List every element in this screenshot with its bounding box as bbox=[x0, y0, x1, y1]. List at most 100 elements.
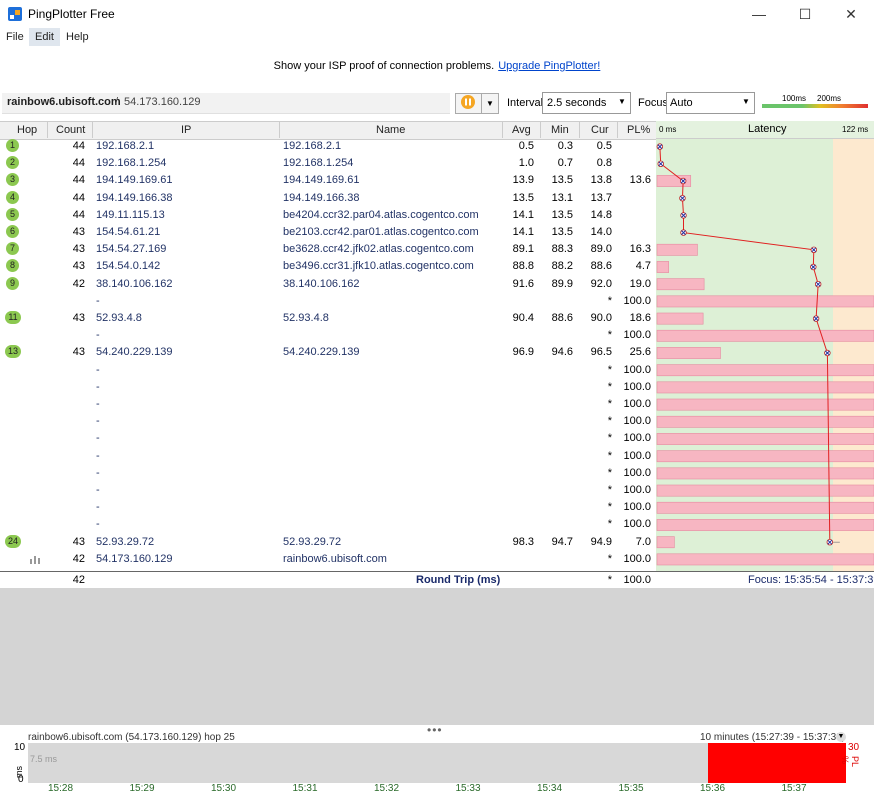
packet-loss-bar bbox=[656, 278, 705, 291]
promo-text: Show your ISP proof of connection proble… bbox=[273, 60, 495, 72]
hop-avg: 91.6 bbox=[512, 277, 534, 290]
hop-name: 38.140.106.162 bbox=[283, 277, 360, 290]
hop-row[interactable]: 4 44 194.149.166.38 194.149.166.38 13.5 13.1 1… bbox=[0, 190, 656, 207]
hop-row[interactable]: 8 43 154.54.0.142 be3496.ccr31.jfk10.atlas.… bbox=[0, 258, 656, 275]
hop-ip: - bbox=[96, 398, 100, 410]
target-separator: / bbox=[115, 96, 119, 108]
menu-help[interactable]: Help bbox=[60, 28, 95, 46]
hop-row[interactable]: 3 44 194.149.169.61 194.149.169.61 13.9 13.5 1… bbox=[0, 172, 656, 189]
hop-cur: 14.8 bbox=[590, 208, 612, 221]
hop-row[interactable]: - * 100.0 bbox=[0, 482, 656, 499]
hop-pl: 19.0 bbox=[629, 277, 651, 290]
timeline-range-select[interactable]: 10 minutes (15:27:39 - 15:37:39) bbox=[700, 732, 845, 743]
hop-cur: 96.5 bbox=[590, 346, 612, 359]
hop-row[interactable]: - * 100.0 bbox=[0, 293, 656, 310]
hop-number-badge: 6 bbox=[6, 225, 19, 238]
hop-count: 43 bbox=[72, 535, 85, 548]
hop-row[interactable]: 5 44 149.11.115.13 be4204.ccr32.par04.atlas… bbox=[0, 207, 656, 224]
hop-row[interactable]: - * 100.0 bbox=[0, 362, 656, 379]
col-cur-header[interactable]: Cur bbox=[591, 124, 609, 136]
hop-row[interactable]: 1 44 192.168.2.1 192.168.2.1 0.5 0.3 0.5 bbox=[0, 138, 656, 155]
column-divider[interactable] bbox=[92, 121, 93, 138]
hop-pl: 13.6 bbox=[629, 174, 651, 187]
summary-graph-area[interactable] bbox=[0, 588, 874, 725]
packet-loss-bar bbox=[656, 295, 874, 308]
hop-cur: 90.0 bbox=[590, 312, 612, 324]
menu-edit[interactable]: Edit bbox=[29, 28, 60, 46]
hop-name: be4204.ccr32.par04.atlas.cogentco.com bbox=[283, 208, 479, 221]
col-name-header[interactable]: Name bbox=[376, 124, 405, 136]
hop-row[interactable]: - * 100.0 bbox=[0, 430, 656, 447]
hop-min: 88.2 bbox=[551, 260, 573, 273]
hop-avg: 89.1 bbox=[512, 243, 534, 256]
hop-pl: 100.0 bbox=[623, 484, 651, 496]
hop-row[interactable]: - * 100.0 bbox=[0, 499, 656, 516]
latency-graph-title: Latency bbox=[748, 123, 787, 135]
column-divider[interactable] bbox=[540, 121, 541, 138]
chevron-down-icon[interactable]: ▼ bbox=[836, 732, 846, 742]
packet-loss-bar bbox=[656, 553, 874, 566]
hop-row[interactable]: 7 43 154.54.27.169 be3628.ccr42.jfk02.atlas… bbox=[0, 241, 656, 258]
close-button[interactable]: ✕ bbox=[828, 0, 874, 28]
hop-ip: 154.54.61.21 bbox=[96, 226, 161, 238]
hop-row[interactable]: - * 100.0 bbox=[0, 465, 656, 482]
hop-row[interactable]: 6 43 154.54.61.21 be2103.ccr42.par01.atlas.… bbox=[0, 224, 656, 241]
hop-row[interactable]: 9 42 38.140.106.162 38.140.106.162 91.6 89.9 9… bbox=[0, 276, 656, 293]
hop-row[interactable]: 2 44 192.168.1.254 192.168.1.254 1.0 0.7 0.8 bbox=[0, 155, 656, 172]
round-trip-label: Round Trip (ms) bbox=[416, 574, 501, 586]
hop-row[interactable]: - * 100.0 bbox=[0, 327, 656, 344]
footer-pl: 100.0 bbox=[623, 574, 651, 586]
hop-row[interactable]: 13 43 54.240.229.139 54.240.229.139 96.9 94.6… bbox=[0, 344, 656, 361]
pause-dropdown-chevron-down-icon[interactable]: ▼ bbox=[481, 93, 499, 114]
timeline-tick-label: 15:31 bbox=[292, 783, 318, 794]
hop-row[interactable]: - * 100.0 bbox=[0, 413, 656, 430]
hop-row[interactable]: 42 54.173.160.129 rainbow6.ubisoft.com * 100… bbox=[0, 551, 656, 568]
col-hop-header[interactable]: Hop bbox=[17, 124, 37, 136]
hop-cur: * bbox=[607, 449, 612, 462]
col-pl-header[interactable]: PL% bbox=[627, 124, 650, 136]
hop-row[interactable]: - * 100.0 bbox=[0, 448, 656, 465]
hop-row[interactable]: - * 100.0 bbox=[0, 396, 656, 413]
timeline-y-max: 10 bbox=[14, 742, 26, 753]
latency-color-legend bbox=[762, 104, 868, 108]
hop-row[interactable]: - * 100.0 bbox=[0, 379, 656, 396]
timeline-tick-label: 15:33 bbox=[455, 783, 481, 794]
column-divider[interactable] bbox=[617, 121, 618, 138]
hop-row[interactable]: 24 43 52.93.29.72 52.93.29.72 98.3 94.7 94.9 7.… bbox=[0, 534, 656, 551]
hop-cur: * bbox=[607, 501, 612, 514]
hop-name: 54.240.229.139 bbox=[283, 346, 360, 359]
footer-cur: * bbox=[607, 574, 612, 586]
hop-cur: 0.8 bbox=[596, 157, 612, 170]
col-ip-header[interactable]: IP bbox=[181, 124, 191, 136]
column-divider[interactable] bbox=[502, 121, 503, 138]
packet-loss-bar bbox=[656, 381, 874, 394]
hop-cur: * bbox=[607, 415, 612, 428]
hop-ip: 54.240.229.139 bbox=[96, 346, 173, 359]
hop-min: 13.5 bbox=[551, 208, 573, 221]
hop-number-badge: 2 bbox=[6, 156, 19, 170]
hop-cur: * bbox=[607, 518, 612, 531]
hop-number-badge: 24 bbox=[5, 534, 21, 548]
maximize-button[interactable]: ☐ bbox=[782, 0, 828, 28]
resize-handle[interactable]: ••• bbox=[427, 723, 443, 737]
col-avg-header[interactable]: Avg bbox=[512, 124, 531, 136]
hop-min: 13.5 bbox=[551, 174, 573, 187]
upgrade-link[interactable]: Upgrade PingPlotter! bbox=[498, 60, 600, 72]
hop-cur: * bbox=[607, 294, 612, 307]
packet-loss-bar bbox=[656, 433, 874, 445]
hop-name: 194.149.166.38 bbox=[283, 191, 360, 204]
column-divider[interactable] bbox=[47, 121, 48, 138]
hop-row[interactable]: - * 100.0 bbox=[0, 516, 656, 533]
column-divider[interactable] bbox=[579, 121, 580, 138]
hop-row[interactable]: 11 43 52.93.4.8 52.93.4.8 90.4 88.6 90.0 18.6 bbox=[0, 310, 656, 327]
hop-ip: 52.93.29.72 bbox=[96, 535, 155, 548]
col-count-header[interactable]: Count bbox=[56, 124, 85, 136]
col-min-header[interactable]: Min bbox=[551, 124, 569, 136]
menu-file[interactable]: File bbox=[0, 28, 30, 46]
minimize-button[interactable]: — bbox=[736, 0, 782, 28]
hop-name: 194.149.169.61 bbox=[283, 174, 360, 187]
timeline-loss-region bbox=[708, 743, 846, 783]
hop-ip: - bbox=[96, 501, 100, 514]
bar-chart-icon[interactable] bbox=[30, 555, 40, 564]
column-divider[interactable] bbox=[279, 121, 280, 138]
